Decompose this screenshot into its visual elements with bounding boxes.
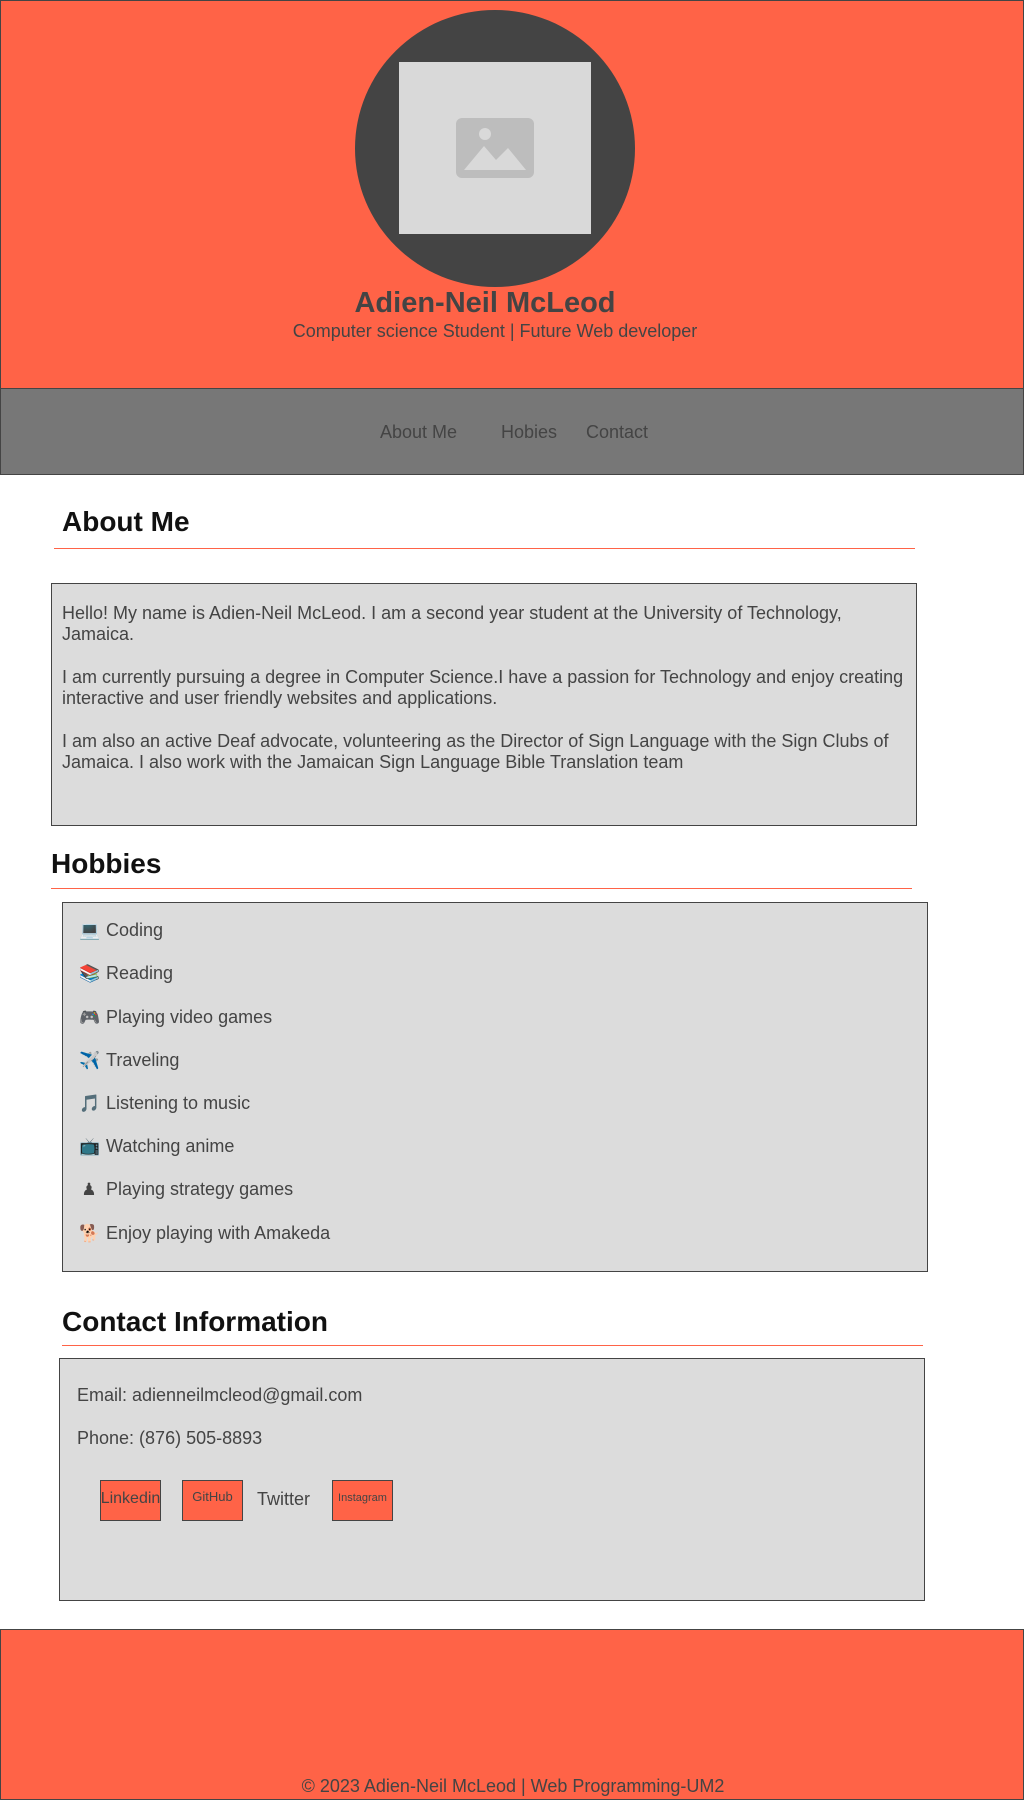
hobby-label: Playing video games [106, 1007, 273, 1027]
site-header: Adien-Neil McLeod Computer science Stude… [0, 0, 1024, 389]
linkedin-link[interactable]: Linkedin [100, 1480, 161, 1521]
instagram-link[interactable]: Instagram [332, 1480, 393, 1521]
about-paragraph: Hello! My name is Adien-Neil McLeod. I a… [62, 603, 842, 644]
list-item: ✈️ Traveling [79, 1050, 179, 1071]
dog-icon: 🐕 [79, 1223, 101, 1243]
twitter-link[interactable]: Twitter [257, 1489, 310, 1510]
list-item: 💻 Coding [79, 920, 163, 941]
music-note-icon: 🎵 [79, 1093, 101, 1113]
image-placeholder-icon [399, 62, 591, 234]
hobby-label: Traveling [106, 1050, 180, 1070]
github-link[interactable]: GitHub [182, 1480, 243, 1521]
list-item: 🎮 Playing video games [79, 1007, 272, 1028]
list-item: 📚 Reading [79, 963, 173, 984]
footer-copyright: © 2023 Adien-Neil McLeod | Web Programmi… [301, 1776, 725, 1796]
airplane-icon: ✈️ [79, 1050, 101, 1070]
contact-panel: Email: adienneilmcleod@gmail.com Phone: … [59, 1358, 925, 1601]
about-paragraph: I am also an active Deaf advocate, volun… [62, 731, 889, 772]
hobby-label: Reading [106, 963, 174, 983]
nav-link-about[interactable]: About Me [380, 422, 457, 443]
hobby-label: Watching anime [106, 1136, 235, 1156]
hobby-label: Listening to music [106, 1093, 251, 1113]
hobbies-divider [51, 888, 912, 889]
list-item: 🎵 Listening to music [79, 1093, 250, 1114]
about-heading: About Me [62, 506, 190, 537]
list-item: ♟ Playing strategy games [79, 1179, 293, 1200]
computer-icon: 💻 [79, 920, 101, 940]
about-paragraph: I am currently pursuing a degree in Comp… [62, 667, 904, 708]
television-icon: 📺 [79, 1136, 101, 1156]
about-panel: Hello! My name is Adien-Neil McLeod. I a… [51, 583, 917, 826]
nav-link-contact[interactable]: Contact [586, 422, 648, 443]
list-item: 📺 Watching anime [79, 1136, 234, 1157]
contact-phone: Phone: (876) 505-8893 [77, 1428, 263, 1448]
chess-pawn-icon: ♟ [81, 1179, 97, 1199]
hobbies-panel: 💻 Coding 📚 Reading 🎮 Playing video games… [62, 902, 928, 1272]
hobby-label: Coding [106, 920, 164, 940]
site-footer: © 2023 Adien-Neil McLeod | Web Programmi… [0, 1629, 1024, 1800]
avatar [355, 10, 635, 287]
profile-name: Adien-Neil McLeod [354, 287, 616, 319]
books-icon: 📚 [79, 963, 101, 983]
hobby-label: Enjoy playing with Amakeda [106, 1223, 331, 1243]
hobby-label: Playing strategy games [106, 1179, 294, 1199]
hobbies-heading: Hobbies [51, 848, 162, 879]
gamepad-icon: 🎮 [79, 1007, 101, 1027]
about-divider [54, 548, 915, 549]
list-item: 🐕 Enjoy playing with Amakeda [79, 1223, 330, 1244]
contact-heading: Contact Information [62, 1306, 328, 1337]
profile-tagline: Computer science Student | Future Web de… [292, 321, 698, 341]
contact-email: Email: adienneilmcleod@gmail.com [77, 1385, 363, 1405]
nav-link-hobbies[interactable]: Hobies [501, 422, 557, 443]
contact-divider [62, 1345, 923, 1346]
main-nav: About Me Hobies Contact [0, 388, 1024, 475]
